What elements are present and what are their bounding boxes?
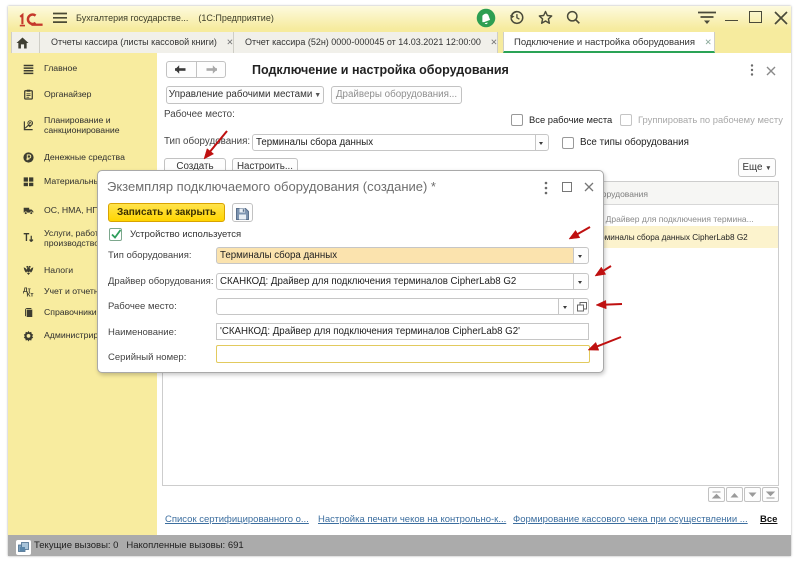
svg-text:Кт: Кт: [26, 291, 34, 298]
